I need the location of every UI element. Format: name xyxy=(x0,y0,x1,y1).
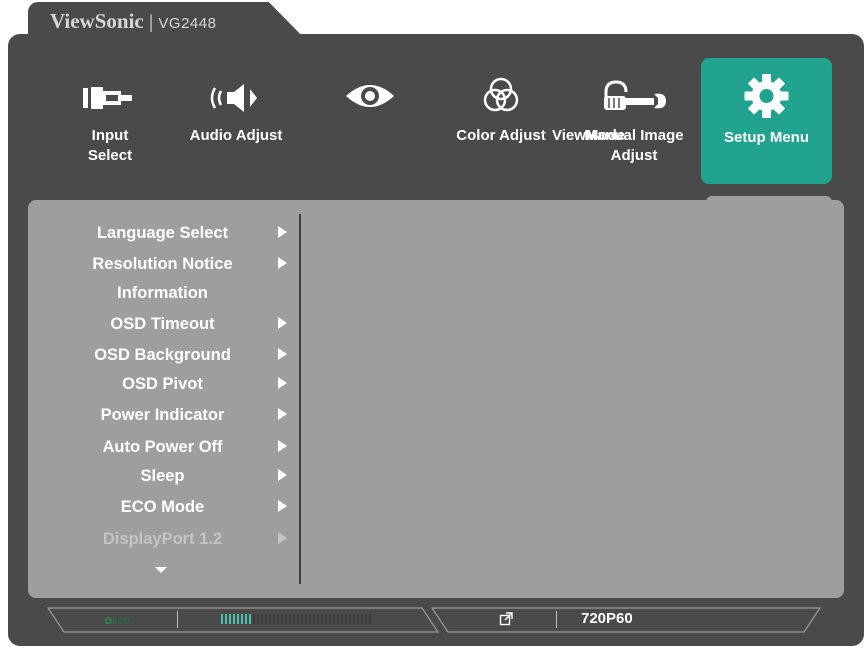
submenu-label: Power Indicator xyxy=(100,406,225,424)
menu-item-input-select[interactable]: Input Select xyxy=(66,62,154,184)
submenu-label: DisplayPort 1.2 xyxy=(102,530,223,548)
eco-meter-segment xyxy=(289,614,291,624)
submenu-item-resolution-notice[interactable]: Resolution Notice xyxy=(60,251,305,277)
status-separator xyxy=(556,611,557,628)
eco-meter-segment xyxy=(329,614,331,624)
model-name: VG2448 xyxy=(158,15,217,32)
menu-label-manual-image-adjust: Manual Image Adjust xyxy=(584,127,684,164)
eco-meter-segment xyxy=(269,614,271,624)
eco-meter-segment xyxy=(305,614,307,624)
eco-meter-segment xyxy=(309,614,311,624)
color-circles-icon xyxy=(446,74,556,118)
eco-meter-segment xyxy=(273,614,275,624)
scroll-down-icon[interactable] xyxy=(155,567,167,573)
arrow-right-icon xyxy=(278,408,287,420)
eco-meter-segment xyxy=(257,614,259,624)
submenu-item-osd-background[interactable]: OSD Background xyxy=(60,342,305,368)
eco-meter-segment xyxy=(241,614,243,624)
submenu-label: OSD Pivot xyxy=(122,375,203,393)
arrow-right-icon xyxy=(278,348,287,360)
status-separator xyxy=(177,611,178,628)
submenu-item-displayport: DisplayPort 1.2 xyxy=(60,526,305,552)
eco-meter-segment xyxy=(249,614,251,624)
eco-meter-segment xyxy=(261,614,263,624)
eco-meter-segment xyxy=(349,614,351,624)
brand-header: ViewSonic | VG2448 xyxy=(50,9,216,34)
eco-meter-segment xyxy=(293,614,295,624)
eco-meter-segment xyxy=(301,614,303,624)
submenu-label: Auto Power Off xyxy=(102,438,223,456)
submenu-item-sleep[interactable]: Sleep xyxy=(60,463,305,489)
submenu-label: OSD Timeout xyxy=(110,315,215,333)
eco-meter-segment xyxy=(333,614,335,624)
menu-item-setup-menu[interactable]: Setup Menu xyxy=(701,58,832,184)
eco-meter-segment xyxy=(325,614,327,624)
menu-label-input-select: Input Select xyxy=(87,127,133,164)
arrow-right-icon xyxy=(278,532,287,544)
arrow-right-icon xyxy=(278,317,287,329)
eco-meter-segment xyxy=(225,614,227,624)
external-link-icon xyxy=(499,612,513,631)
menu-label-setup-menu: Setup Menu xyxy=(724,129,809,146)
submenu-item-osd-timeout[interactable]: OSD Timeout xyxy=(60,311,305,337)
brand-separator: | xyxy=(148,12,154,32)
eco-meter-segment xyxy=(353,614,355,624)
resolution-readout: 720P60 xyxy=(581,610,633,627)
eco-meter-segment xyxy=(357,614,359,624)
eco-meter-segment xyxy=(317,614,319,624)
eco-meter-segment xyxy=(233,614,235,624)
submenu-label: Sleep xyxy=(140,467,185,485)
eco-meter-segment xyxy=(337,614,339,624)
menu-item-color-adjust[interactable]: Color Adjust xyxy=(446,62,556,184)
arrow-right-icon xyxy=(278,226,287,238)
submenu-item-auto-power-off[interactable]: Auto Power Off xyxy=(60,434,305,460)
submenu-item-information[interactable]: Information xyxy=(60,280,305,306)
menu-item-eye[interactable] xyxy=(330,62,410,184)
submenu-item-power-indicator[interactable]: Power Indicator xyxy=(60,402,305,428)
eco-meter-segment xyxy=(285,614,287,624)
submenu-item-eco-mode[interactable]: ECO Mode xyxy=(60,494,305,520)
eco-meter-segment xyxy=(313,614,315,624)
menu-label-color-adjust: Color Adjust xyxy=(456,127,546,144)
eco-meter-segment xyxy=(229,614,231,624)
submenu-label: Language Select xyxy=(96,224,229,242)
eco-meter-segment xyxy=(341,614,343,624)
gear-icon xyxy=(701,70,832,118)
hand-wrench-icon xyxy=(578,74,690,118)
eco-meter-segment xyxy=(297,614,299,624)
arrow-right-icon xyxy=(278,440,287,452)
eco-meter-segment xyxy=(221,614,223,624)
eco-meter-segment xyxy=(265,614,267,624)
eco-meter-segment xyxy=(245,614,247,624)
arrow-right-icon xyxy=(278,469,287,481)
status-bar xyxy=(46,607,822,633)
submenu-label: Information xyxy=(117,284,208,302)
eco-level-meter xyxy=(221,614,371,624)
eye-icon xyxy=(330,74,410,118)
speaker-icon xyxy=(182,74,290,118)
submenu-item-osd-pivot[interactable]: OSD Pivot xyxy=(60,371,305,397)
eco-meter-segment xyxy=(365,614,367,624)
eco-meter-segment xyxy=(345,614,347,624)
submenu-item-language-select[interactable]: Language Select xyxy=(60,220,305,246)
eco-meter-segment xyxy=(237,614,239,624)
submenu-label: Resolution Notice xyxy=(92,255,233,273)
menu-item-manual-image-adjust[interactable]: Manual Image Adjust xyxy=(578,62,690,184)
eco-meter-segment xyxy=(369,614,371,624)
arrow-right-icon xyxy=(278,257,287,269)
eco-label: ✿ECO xyxy=(104,616,130,627)
arrow-right-icon xyxy=(278,500,287,512)
menu-label-audio-adjust: Audio Adjust xyxy=(189,127,283,144)
submenu-label: OSD Background xyxy=(94,346,231,364)
submenu-label: ECO Mode xyxy=(120,498,205,516)
arrow-right-icon xyxy=(278,377,287,389)
menu-item-audio-adjust[interactable]: Audio Adjust xyxy=(182,62,290,184)
eco-meter-segment xyxy=(281,614,283,624)
eco-meter-segment xyxy=(253,614,255,624)
eco-meter-segment xyxy=(361,614,363,624)
eco-meter-segment xyxy=(321,614,323,624)
input-select-icon xyxy=(66,74,154,118)
eco-meter-segment xyxy=(277,614,279,624)
brand-logo: ViewSonic xyxy=(50,9,144,33)
